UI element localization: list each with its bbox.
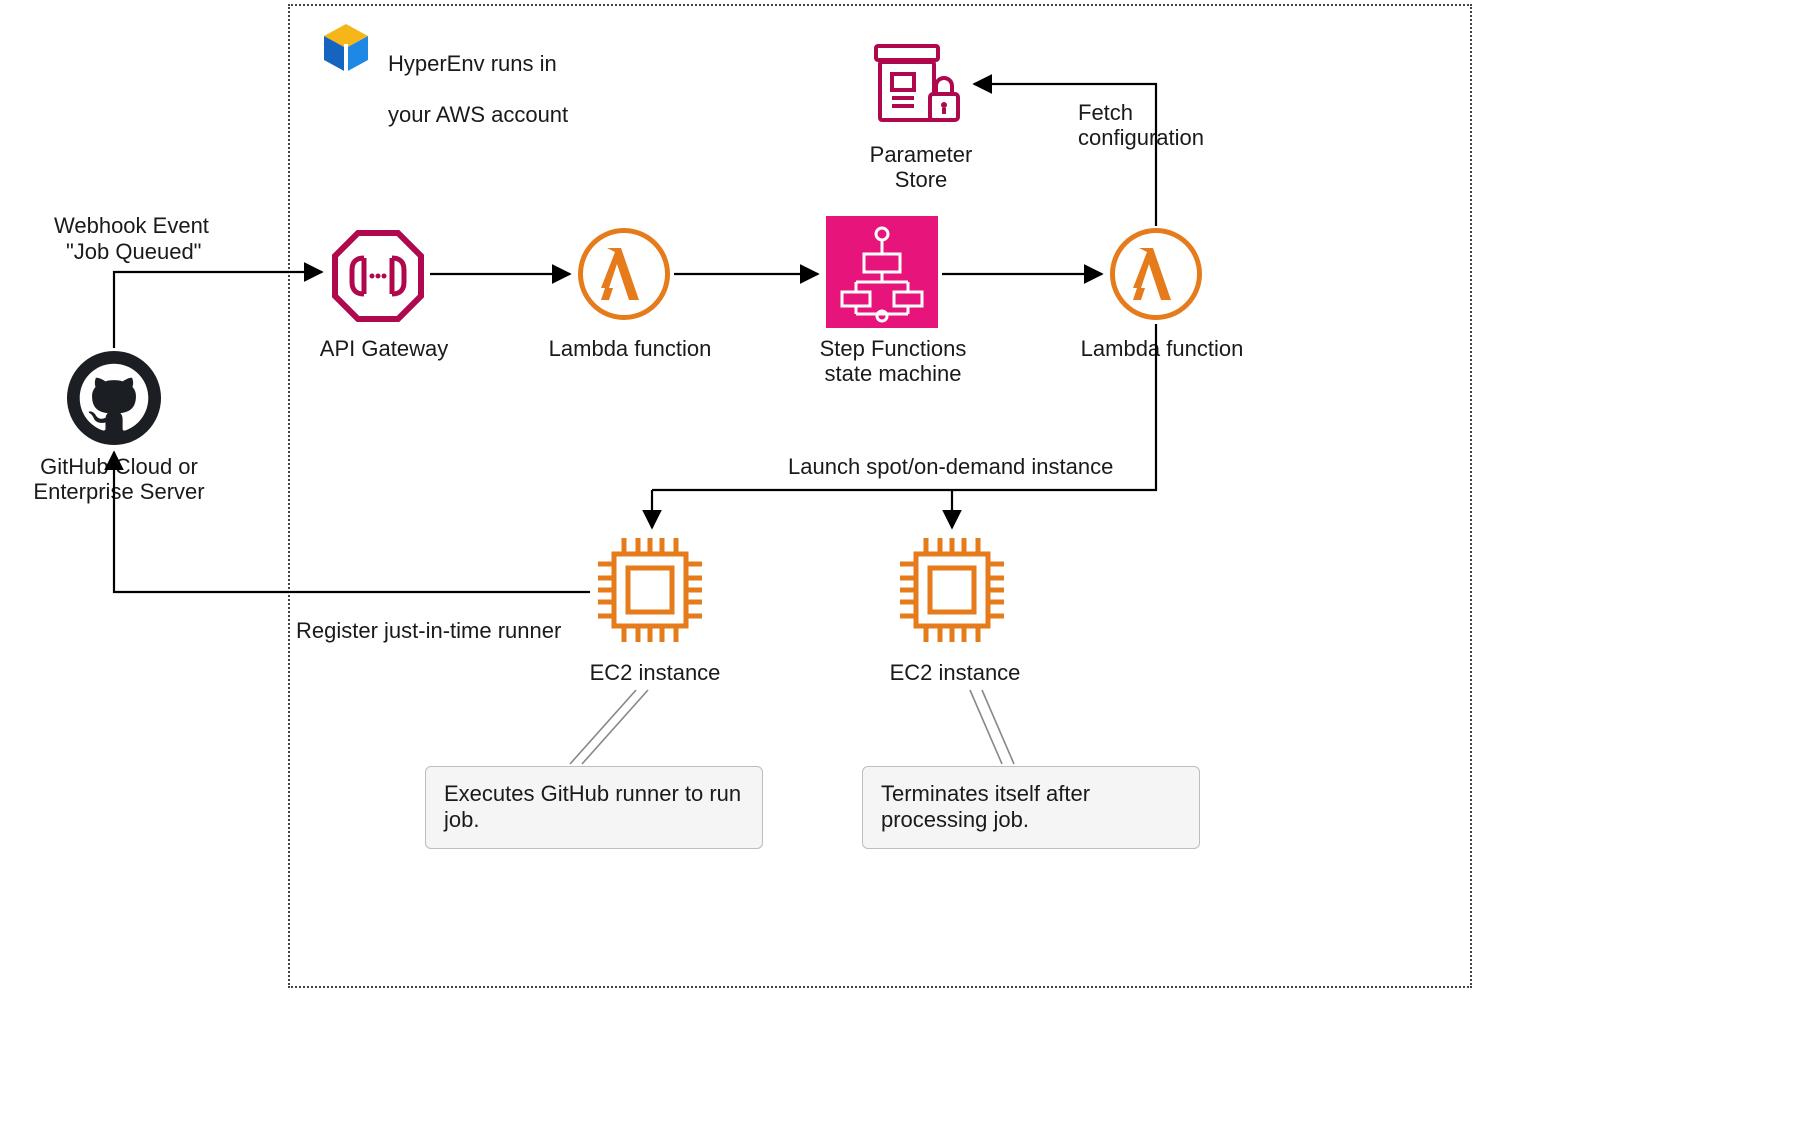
hyperenv-logo-icon <box>318 22 374 78</box>
ec2-2-note: Terminates itself after processing job. <box>862 766 1200 849</box>
lambda2-icon <box>1110 228 1202 320</box>
api-gateway-icon <box>330 228 426 324</box>
ec2-2-label: EC2 instance <box>880 660 1030 685</box>
parameter-store-icon <box>870 40 966 128</box>
ec2-1-icon <box>594 534 706 646</box>
launch-instance-label: Launch spot/on-demand instance <box>788 454 1113 479</box>
parameter-store-label: Parameter Store <box>856 142 986 193</box>
github-icon <box>66 350 162 446</box>
header-line1: HyperEnv runs in <box>388 51 557 76</box>
ec2-1-note: Executes GitHub runner to run job. <box>425 766 763 849</box>
header-text: HyperEnv runs in your AWS account <box>388 26 568 127</box>
lambda1-label: Lambda function <box>540 336 720 361</box>
header-line2: your AWS account <box>388 102 568 127</box>
github-label: GitHub Cloud or Enterprise Server <box>14 454 224 505</box>
step-functions-label: Step Functions state machine <box>808 336 978 387</box>
lambda1-icon <box>578 228 670 320</box>
webhook-event-line1: Webhook Event <box>54 213 209 238</box>
lambda2-label: Lambda function <box>1072 336 1252 361</box>
step-functions-icon <box>826 216 938 328</box>
fetch-config-label: Fetch configuration <box>1078 100 1204 151</box>
api-gateway-label: API Gateway <box>314 336 454 361</box>
register-runner-label: Register just-in-time runner <box>296 618 561 643</box>
ec2-2-icon <box>896 534 1008 646</box>
ec2-1-label: EC2 instance <box>580 660 730 685</box>
webhook-event-line2: "Job Queued" <box>66 239 202 264</box>
